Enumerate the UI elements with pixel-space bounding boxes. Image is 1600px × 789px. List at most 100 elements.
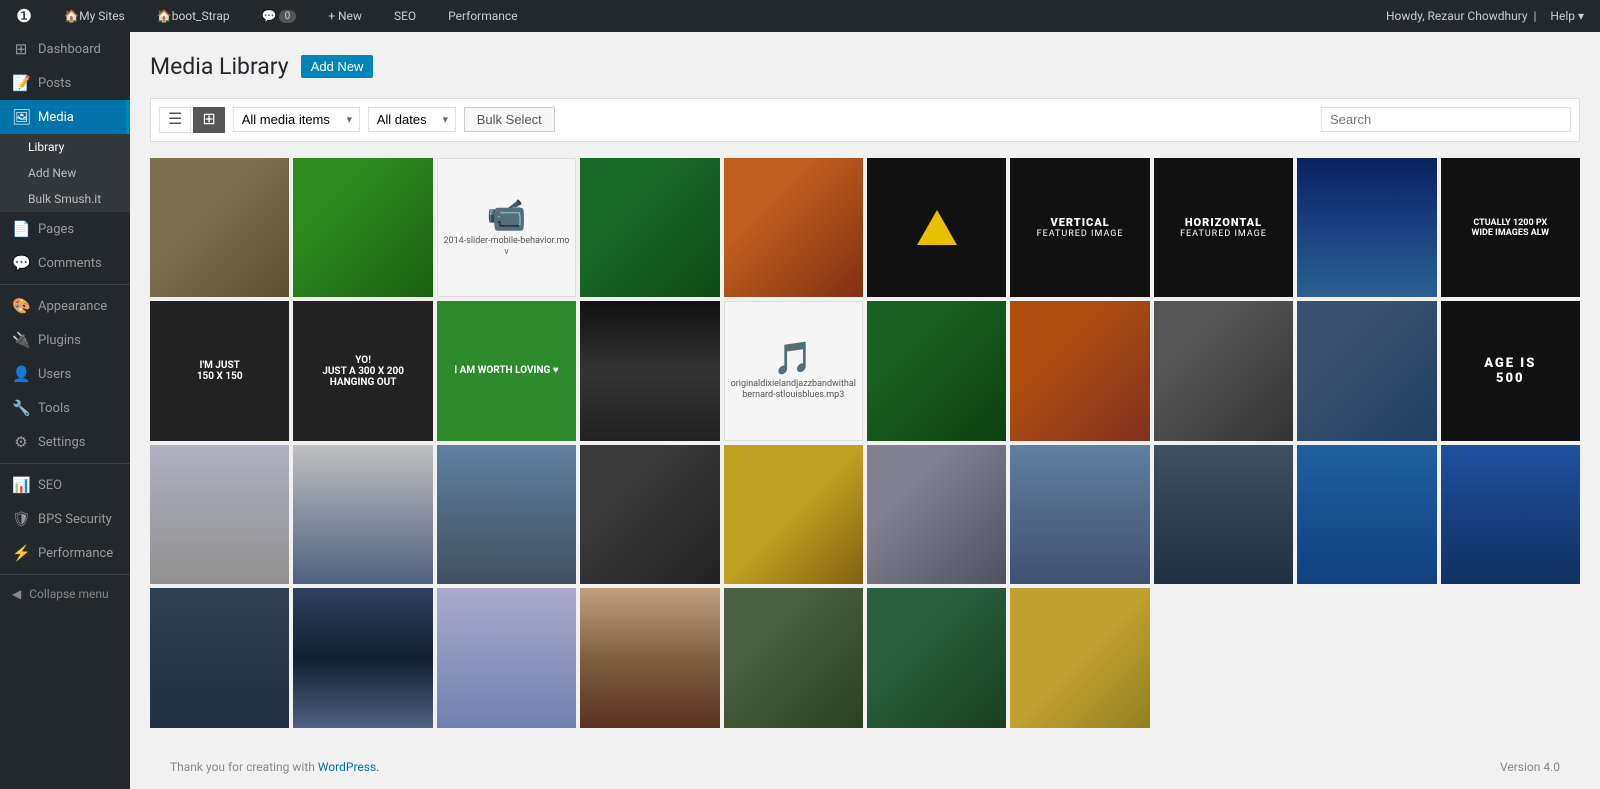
my-sites-icon: 🏠	[64, 9, 79, 23]
tile-text-horizontal: HORIZONTALFEATURED IMAGE	[1154, 158, 1293, 297]
list-item[interactable]	[437, 445, 576, 584]
list-item[interactable]	[1297, 158, 1436, 297]
settings-icon: ⚙	[12, 433, 30, 451]
list-item[interactable]	[150, 445, 289, 584]
list-item[interactable]: VERTICALFEATURED IMAGE	[1010, 158, 1149, 297]
list-item[interactable]	[724, 588, 863, 727]
site-name-menu[interactable]: 🏠 boot_Strap	[149, 0, 238, 32]
sidebar-item-dashboard[interactable]: ⊞ Dashboard	[0, 32, 130, 66]
submenu-add-new[interactable]: Add New	[0, 160, 130, 186]
performance-menu-icon: ⚡	[12, 544, 30, 562]
list-item[interactable]	[867, 445, 1006, 584]
list-item[interactable]	[580, 158, 719, 297]
sidebar-item-comments[interactable]: 💬 Comments	[0, 246, 130, 280]
list-item[interactable]	[724, 158, 863, 297]
list-item[interactable]	[724, 445, 863, 584]
tile-text-width: CTUALLY 1200 PXWIDE IMAGES ALW	[1441, 158, 1580, 297]
list-item[interactable]	[1010, 445, 1149, 584]
sidebar-item-label-dashboard: Dashboard	[38, 42, 101, 57]
list-item[interactable]	[1154, 301, 1293, 440]
sidebar-item-label-comments: Comments	[38, 256, 102, 271]
media-type-filter[interactable]: All media items	[233, 107, 360, 132]
list-item[interactable]	[1297, 445, 1436, 584]
list-item[interactable]	[867, 588, 1006, 727]
bulk-select-button[interactable]: Bulk Select	[464, 107, 555, 132]
list-item[interactable]	[580, 301, 719, 440]
list-item[interactable]	[580, 588, 719, 727]
dashboard-icon: ⊞	[12, 40, 30, 58]
help-button[interactable]: Help ▾	[1542, 0, 1592, 32]
list-item[interactable]: HORIZONTALFEATURED IMAGE	[1154, 158, 1293, 297]
list-item[interactable]	[437, 588, 576, 727]
list-item[interactable]	[1010, 588, 1149, 727]
tools-icon: 🔧	[12, 399, 30, 417]
list-item[interactable]	[150, 588, 289, 727]
submenu-library[interactable]: Library	[0, 134, 130, 160]
list-item[interactable]	[867, 301, 1006, 440]
main-content: Media Library Add New ☰ ⊞ All media item…	[130, 32, 1600, 789]
sidebar-item-pages[interactable]: 📄 Pages	[0, 212, 130, 246]
site-icon: 🏠	[157, 9, 172, 23]
list-item[interactable]	[293, 445, 432, 584]
sidebar-item-bps-security[interactable]: 🛡 BPS Security	[0, 502, 130, 536]
audio-icon: 🎵	[773, 339, 813, 377]
list-item[interactable]	[1010, 301, 1149, 440]
list-item[interactable]	[293, 588, 432, 727]
sidebar-item-settings[interactable]: ⚙ Settings	[0, 425, 130, 459]
list-item[interactable]: I AM WORTH LOVING ♥	[437, 301, 576, 440]
media-toolbar: ☰ ⊞ All media items All dates Bulk Selec…	[150, 98, 1580, 142]
list-item[interactable]	[150, 158, 289, 297]
list-item[interactable]: AGE IS500	[1441, 301, 1580, 440]
grid-view-button[interactable]: ⊞	[193, 107, 224, 133]
add-new-button[interactable]: Add New	[301, 55, 374, 78]
footer-thanks: Thank you for creating with WordPress.	[170, 760, 379, 774]
list-item[interactable]	[1154, 445, 1293, 584]
list-item[interactable]: I'M JUST150 X 150	[150, 301, 289, 440]
dates-filter-wrap: All dates	[368, 107, 456, 132]
wordpress-link[interactable]: WordPress.	[318, 760, 379, 774]
submenu-bulk-smush[interactable]: Bulk Smush.it	[0, 186, 130, 212]
audio-file-name: originaldixielandjazzbandwithalbernard-s…	[725, 377, 862, 403]
file-icon: 📹	[487, 196, 527, 234]
sidebar-separator-3	[0, 574, 130, 575]
wp-logo[interactable]: ❶	[8, 0, 40, 32]
dates-filter[interactable]: All dates	[368, 107, 456, 132]
list-item[interactable]: YO!JUST A 300 X 200HANGING OUT	[293, 301, 432, 440]
list-item[interactable]	[867, 158, 1006, 297]
new-item-menu[interactable]: + New	[320, 0, 370, 32]
seo-menu[interactable]: SEO	[386, 0, 424, 32]
list-item[interactable]	[293, 158, 432, 297]
sidebar-separator-2	[0, 463, 130, 464]
sidebar-item-posts[interactable]: 📝 Posts	[0, 66, 130, 100]
seo-menu-icon: 📊	[12, 476, 30, 494]
media-submenu: Library Add New Bulk Smush.it	[0, 134, 130, 212]
triforce-icon	[917, 210, 957, 245]
sidebar-item-plugins[interactable]: 🔌 Plugins	[0, 323, 130, 357]
list-item[interactable]: 🎵 originaldixielandjazzbandwithalbernard…	[724, 301, 863, 440]
sidebar-item-users[interactable]: 👤 Users	[0, 357, 130, 391]
sidebar-item-appearance[interactable]: 🎨 Appearance	[0, 289, 130, 323]
list-view-button[interactable]: ☰	[159, 107, 191, 133]
my-sites-menu[interactable]: 🏠 My Sites	[56, 0, 133, 32]
pages-icon: 📄	[12, 220, 30, 238]
list-item[interactable]: CTUALLY 1200 PXWIDE IMAGES ALW	[1441, 158, 1580, 297]
media-filter-wrap: All media items	[233, 107, 360, 132]
comments-menu-icon: 💬	[12, 254, 30, 272]
search-input[interactable]	[1321, 107, 1571, 132]
list-item[interactable]	[1297, 301, 1436, 440]
sidebar-item-tools[interactable]: 🔧 Tools	[0, 391, 130, 425]
comments-badge: 0	[279, 10, 297, 23]
tile-text-worth-loving: I AM WORTH LOVING ♥	[437, 301, 576, 440]
sidebar-item-label-media: Media	[38, 110, 74, 125]
collapse-label: Collapse menu	[29, 587, 108, 601]
list-item[interactable]	[580, 445, 719, 584]
comments-count[interactable]: 💬 0	[254, 0, 305, 32]
collapse-menu-button[interactable]: ◀ Collapse menu	[0, 579, 130, 609]
sidebar-item-seo[interactable]: 📊 SEO	[0, 468, 130, 502]
performance-menu[interactable]: Performance	[440, 0, 525, 32]
list-item[interactable]	[1441, 445, 1580, 584]
sidebar-item-media[interactable]: 🖼 Media	[0, 100, 130, 134]
list-item[interactable]: 📹 2014-slider-mobile-behavior.mov	[437, 158, 576, 297]
sidebar-item-performance[interactable]: ⚡ Performance	[0, 536, 130, 570]
bulk-smush-label: Bulk Smush.it	[28, 192, 101, 206]
